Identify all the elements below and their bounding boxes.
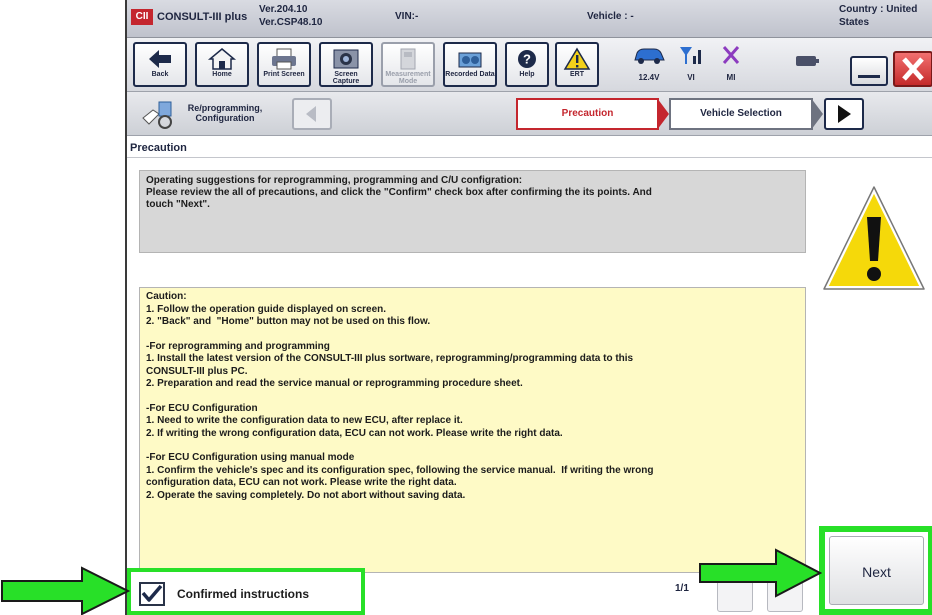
- version-line-1: Ver.204.10: [259, 4, 308, 15]
- caution-text-box: Caution: 1. Follow the operation guide d…: [139, 287, 806, 573]
- mode-label: Re/programming, Configuration: [187, 103, 263, 123]
- step-arrow: [657, 98, 669, 130]
- vehicle-label: Vehicle : -: [587, 11, 634, 22]
- country-line-1: Country : United: [839, 4, 918, 15]
- previous-step-button[interactable]: [292, 98, 332, 130]
- battery-voltage-indicator: 12.4V: [629, 44, 669, 86]
- next-button-highlight: Next: [819, 526, 932, 615]
- annotation-arrow-right: [699, 548, 822, 598]
- toolbar: Back Home Print Screen Screen Capture Me…: [127, 38, 932, 92]
- recorded-data-icon: [458, 52, 482, 68]
- vin-label: VIN:-: [395, 11, 419, 22]
- svg-text:?: ?: [523, 52, 531, 67]
- vi-indicator: VI: [671, 44, 711, 86]
- caution-paragraph: -For ECU Configuration 1. Need to write …: [146, 402, 563, 439]
- step-arrow: [811, 98, 823, 130]
- mi-indicator: MI: [711, 44, 751, 86]
- camera-icon: [333, 49, 359, 69]
- mi-x-icon: [722, 46, 740, 64]
- version-info: Ver.204.10 Ver.CSP48.10: [259, 3, 322, 29]
- car-icon: [634, 48, 665, 64]
- meter-icon: [400, 48, 416, 70]
- close-icon: [902, 57, 924, 81]
- help-button[interactable]: ? Help: [505, 42, 549, 87]
- confirm-checkbox[interactable]: [139, 582, 165, 606]
- next-button[interactable]: Next: [829, 536, 924, 605]
- chevron-right-icon: [838, 105, 851, 123]
- recorded-data-button[interactable]: Recorded Data: [443, 42, 497, 87]
- step-precaution: Precaution: [516, 98, 659, 130]
- reprogramming-icon: [142, 101, 172, 129]
- page-title: Precaution: [127, 138, 932, 158]
- intro-text-box: Operating suggestions for reprogramming,…: [139, 170, 806, 253]
- screen: { "titlebar": { "logo": "CII", "app_name…: [0, 0, 932, 615]
- back-arrow-icon: [149, 50, 171, 68]
- country-line-2: States: [839, 17, 870, 28]
- caution-paragraph: -For ECU Configuration using manual mode…: [146, 452, 654, 501]
- confirm-instructions-highlight: Confirmed instructions: [127, 568, 365, 615]
- warning-icon: [821, 184, 927, 292]
- home-icon: [207, 48, 237, 70]
- page-indicator: 1/1: [675, 583, 689, 594]
- navigation-bar: Re/programming, Configuration Precaution…: [127, 92, 932, 136]
- battery-icon: [796, 56, 819, 66]
- app-name: CONSULT-III plus: [157, 11, 248, 23]
- chevron-left-icon: [306, 106, 316, 122]
- next-step-button[interactable]: [824, 98, 864, 130]
- app-logo: CII: [131, 9, 153, 25]
- annotation-arrow-left: [1, 566, 130, 615]
- signal-icon: [680, 47, 701, 64]
- ert-button[interactable]: ERT: [555, 42, 599, 87]
- consult-app-window: CII CONSULT-III plus Ver.204.10 Ver.CSP4…: [125, 0, 932, 615]
- home-button[interactable]: Home: [195, 42, 249, 87]
- back-button[interactable]: Back: [133, 42, 187, 87]
- screen-capture-button[interactable]: Screen Capture: [319, 42, 373, 87]
- caution-paragraph: Caution: 1. Follow the operation guide d…: [146, 291, 431, 327]
- checkmark-icon: [141, 584, 163, 602]
- caution-paragraph: -For reprogramming and programming 1. In…: [146, 340, 634, 390]
- measurement-mode-button[interactable]: Measurement Mode: [381, 42, 435, 87]
- printer-icon: [272, 48, 296, 70]
- country-info: Country : United States: [839, 3, 917, 29]
- confirm-label: Confirmed instructions: [177, 587, 310, 601]
- ert-warning-icon: [563, 47, 591, 70]
- close-button[interactable]: [893, 51, 932, 87]
- version-line-2: Ver.CSP48.10: [259, 17, 323, 28]
- title-bar: CII CONSULT-III plus Ver.204.10 Ver.CSP4…: [127, 0, 932, 38]
- step-vehicle-selection: Vehicle Selection: [669, 98, 813, 130]
- help-icon: ?: [518, 50, 536, 68]
- next-button-label: Next: [862, 564, 891, 581]
- print-screen-button[interactable]: Print Screen: [257, 42, 311, 87]
- minimize-button[interactable]: [850, 56, 888, 86]
